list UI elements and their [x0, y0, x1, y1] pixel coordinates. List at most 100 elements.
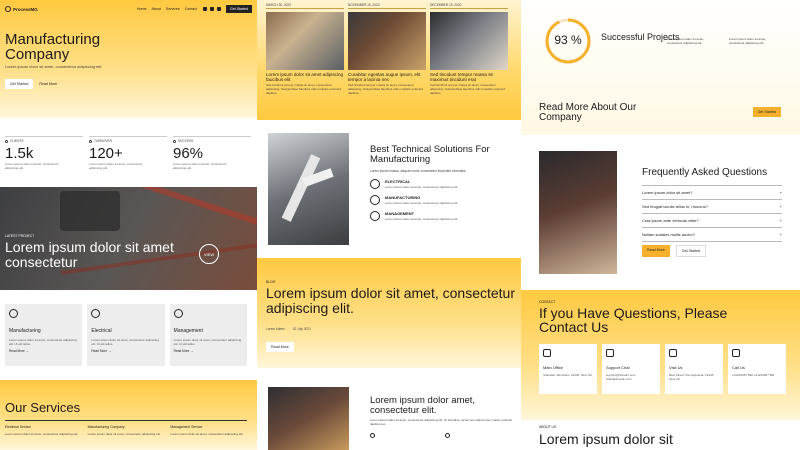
- lightbulb-icon: [91, 309, 101, 318]
- card-management[interactable]: Management Lorem ipsum dolor sit amet, c…: [169, 304, 247, 366]
- faq-question: Cras ipsum ante vehicula vitae?: [642, 218, 699, 223]
- view-badge[interactable]: VIEW: [199, 244, 219, 264]
- gear-icon: [5, 6, 11, 12]
- nav-link-contact[interactable]: Contact: [185, 7, 197, 11]
- logo[interactable]: ProcessMG: [5, 6, 38, 12]
- contact-card-desc: +01234567 890 +01234567 891: [732, 373, 775, 377]
- nav-link-about[interactable]: About: [152, 7, 161, 11]
- blog-card[interactable]: NOVEMBER 15, 2020 Curabitur egestas augu…: [348, 3, 426, 96]
- plus-icon[interactable]: +: [780, 232, 782, 237]
- faq-read-more-button[interactable]: Read More: [642, 245, 670, 257]
- blog-hero-title: Lorem ipsum dolor sit amet, consectetur …: [266, 285, 515, 316]
- divider: [5, 420, 247, 421]
- hero-read-more-link[interactable]: Read More: [39, 82, 57, 86]
- blog-card[interactable]: MARCH 30, 2020 Lorem ipsum dolor sit ame…: [266, 3, 344, 96]
- nav-link-home[interactable]: Home: [137, 7, 147, 11]
- blog-date: 20 July 2021: [292, 327, 311, 331]
- card-title: Electrical: [91, 328, 112, 334]
- hero-get-started-button[interactable]: Get Started: [5, 79, 34, 89]
- blog-author: Lorem Admin: [266, 327, 285, 331]
- stat-desc: Lorem ipsum dolor sit amet, consectetur …: [5, 162, 59, 170]
- service-title: Electrical Service: [5, 425, 32, 429]
- faq-item[interactable]: Sed feugiat iaculis tellus in, rhoncus? +: [642, 199, 782, 213]
- stat-turnover: TURNOVER 120+ Lorem ipsum dolor sit amet…: [89, 136, 167, 170]
- get-started-button[interactable]: Get Started: [752, 107, 781, 117]
- stat-label: CLIENTS: [10, 139, 24, 143]
- logo-text: ProcessMG: [13, 6, 38, 12]
- stat-value: 96%: [173, 145, 204, 162]
- service-item[interactable]: Electrical Service Lorem ipsum dolor sit…: [5, 425, 82, 436]
- blog-date: DECEMBER 19, 2020: [430, 3, 508, 9]
- settings-icon: [445, 432, 450, 438]
- plus-icon[interactable]: +: [780, 204, 782, 209]
- feature-manufacturing: MANUFACTURING Lorem ipsum dolor sit amet,…: [370, 195, 510, 205]
- lightbulb-icon: [370, 179, 380, 189]
- feature-desc: Lorem ipsum dolor sit amet, consectetur …: [385, 217, 459, 221]
- service-desc: Lorem ipsum dolor sit amet, consectetur …: [87, 432, 161, 436]
- home-icon: [543, 349, 551, 357]
- column-middle: MARCH 30, 2020 Lorem ipsum dolor sit ame…: [257, 0, 521, 450]
- phone-icon: [732, 349, 740, 357]
- nav-link-services[interactable]: Services: [166, 7, 180, 11]
- plus-icon[interactable]: +: [780, 190, 782, 195]
- blog-card-title[interactable]: Sed tincidunt tempor massa sit maximus t…: [430, 72, 508, 82]
- contact-card-desc: Best Street, Pennsylvania, 12345 New UK: [669, 373, 714, 381]
- contact-card-title: Call Us: [732, 365, 745, 370]
- faq-question: Lorem ipsum dolor sit amet?: [642, 190, 693, 195]
- contact-card-chat[interactable]: Support Chat support@domain.com hello@do…: [602, 344, 660, 394]
- column-right: 93 % Successful Projects Lorem ipsum dol…: [521, 0, 800, 450]
- stat-value: 120+: [89, 145, 123, 162]
- card-manufacturing[interactable]: Manufacturing Lorem ipsum dolor sit amet…: [5, 304, 83, 366]
- check-icon: [173, 139, 176, 143]
- card-read-more[interactable]: Read More →: [174, 349, 243, 353]
- contact-card-title: Support Chat: [606, 365, 630, 370]
- feature-title: MANAGEMENT: [385, 211, 415, 216]
- feature-desc: Lorem ipsum dolor sit amet, consectetur …: [385, 201, 459, 205]
- contact-card-call[interactable]: Call Us +01234567 890 +01234567 891: [728, 344, 786, 394]
- user-icon: [5, 139, 8, 143]
- plus-icon[interactable]: +: [780, 218, 782, 223]
- feature-desc: Lorem ipsum dolor sit amet, consectetur …: [385, 185, 459, 189]
- blog-card-title[interactable]: Curabitur egestas augue ipsum, elit temp…: [348, 72, 426, 82]
- chart-icon: [89, 139, 92, 143]
- card-read-more[interactable]: Read More →: [9, 349, 78, 353]
- robot-arm-image: [268, 133, 349, 245]
- instagram-icon[interactable]: [217, 7, 222, 11]
- faq-item[interactable]: Lorem ipsum dolor sit amet? +: [642, 185, 782, 199]
- percent-label: 93 %: [554, 33, 582, 47]
- facebook-icon[interactable]: [203, 7, 208, 11]
- contact-card-visit[interactable]: Visit Us Best Street, Pennsylvania, 1234…: [665, 344, 723, 394]
- blog-read-more-button[interactable]: Read More: [266, 342, 294, 352]
- location-icon: [370, 432, 375, 438]
- nav-get-started-button[interactable]: Get Started: [226, 5, 252, 13]
- faq-item[interactable]: Cras ipsum ante vehicula vitae? +: [642, 213, 782, 227]
- service-item[interactable]: Management Service Lorem ipsum dolor sit…: [170, 425, 247, 436]
- faq-title: Frequently Asked Questions: [642, 167, 768, 178]
- contact-card-title: Main Office: [543, 365, 564, 370]
- blog-tag: BLOG: [266, 280, 276, 284]
- contact-card-office[interactable]: Main Office Sharasar, Merchant, 12345, N…: [539, 344, 597, 394]
- latest-project-banner: LATEST PROJECT Lorem ipsum dolor sit ame…: [0, 187, 257, 290]
- card-title: Manufacturing: [9, 328, 41, 334]
- contact-title: If you Have Questions, Please Contact Us: [539, 305, 728, 335]
- blog-post-title: Lorem ipsum dolor amet, consectetur elit…: [370, 395, 476, 416]
- card-read-more[interactable]: Read More →: [91, 349, 160, 353]
- team-icon: [173, 309, 183, 318]
- blog-meta: Lorem Admin 20 July 2021: [266, 327, 311, 331]
- card-electrical[interactable]: Electrical Lorem ipsum dolor sit amet, c…: [87, 304, 165, 366]
- service-item[interactable]: Manufacturing Company Lorem ipsum dolor …: [88, 425, 165, 436]
- blog-card[interactable]: DECEMBER 19, 2020 Sed tincidunt tempor m…: [430, 3, 508, 96]
- card-title: Management: [173, 328, 203, 334]
- blog-date: MARCH 30, 2020: [266, 3, 344, 9]
- contact-card-desc: Sharasar, Merchant, 12345, New UK: [543, 373, 592, 377]
- twitter-icon[interactable]: [210, 7, 215, 11]
- faq-item[interactable]: Nullam sodales mollis auctor? +: [642, 227, 782, 242]
- blog-post-desc: Lorem ipsum dolor sit amet, consectetur …: [370, 418, 513, 426]
- faq-get-started-button[interactable]: Get Started: [675, 245, 707, 257]
- stat-clients: CLIENTS 1.5k Lorem ipsum dolor sit amet,…: [5, 136, 83, 170]
- faq-section: Frequently Asked Questions Lorem ipsum d…: [642, 167, 782, 242]
- feature-management: MANAGEMENT Lorem ipsum dolor sit amet, co…: [370, 211, 510, 221]
- blog-image: [266, 12, 344, 70]
- contact-card-title: Visit Us: [669, 365, 683, 370]
- blog-card-title[interactable]: Lorem ipsum dolor sit amet adipiscing fa…: [266, 72, 344, 82]
